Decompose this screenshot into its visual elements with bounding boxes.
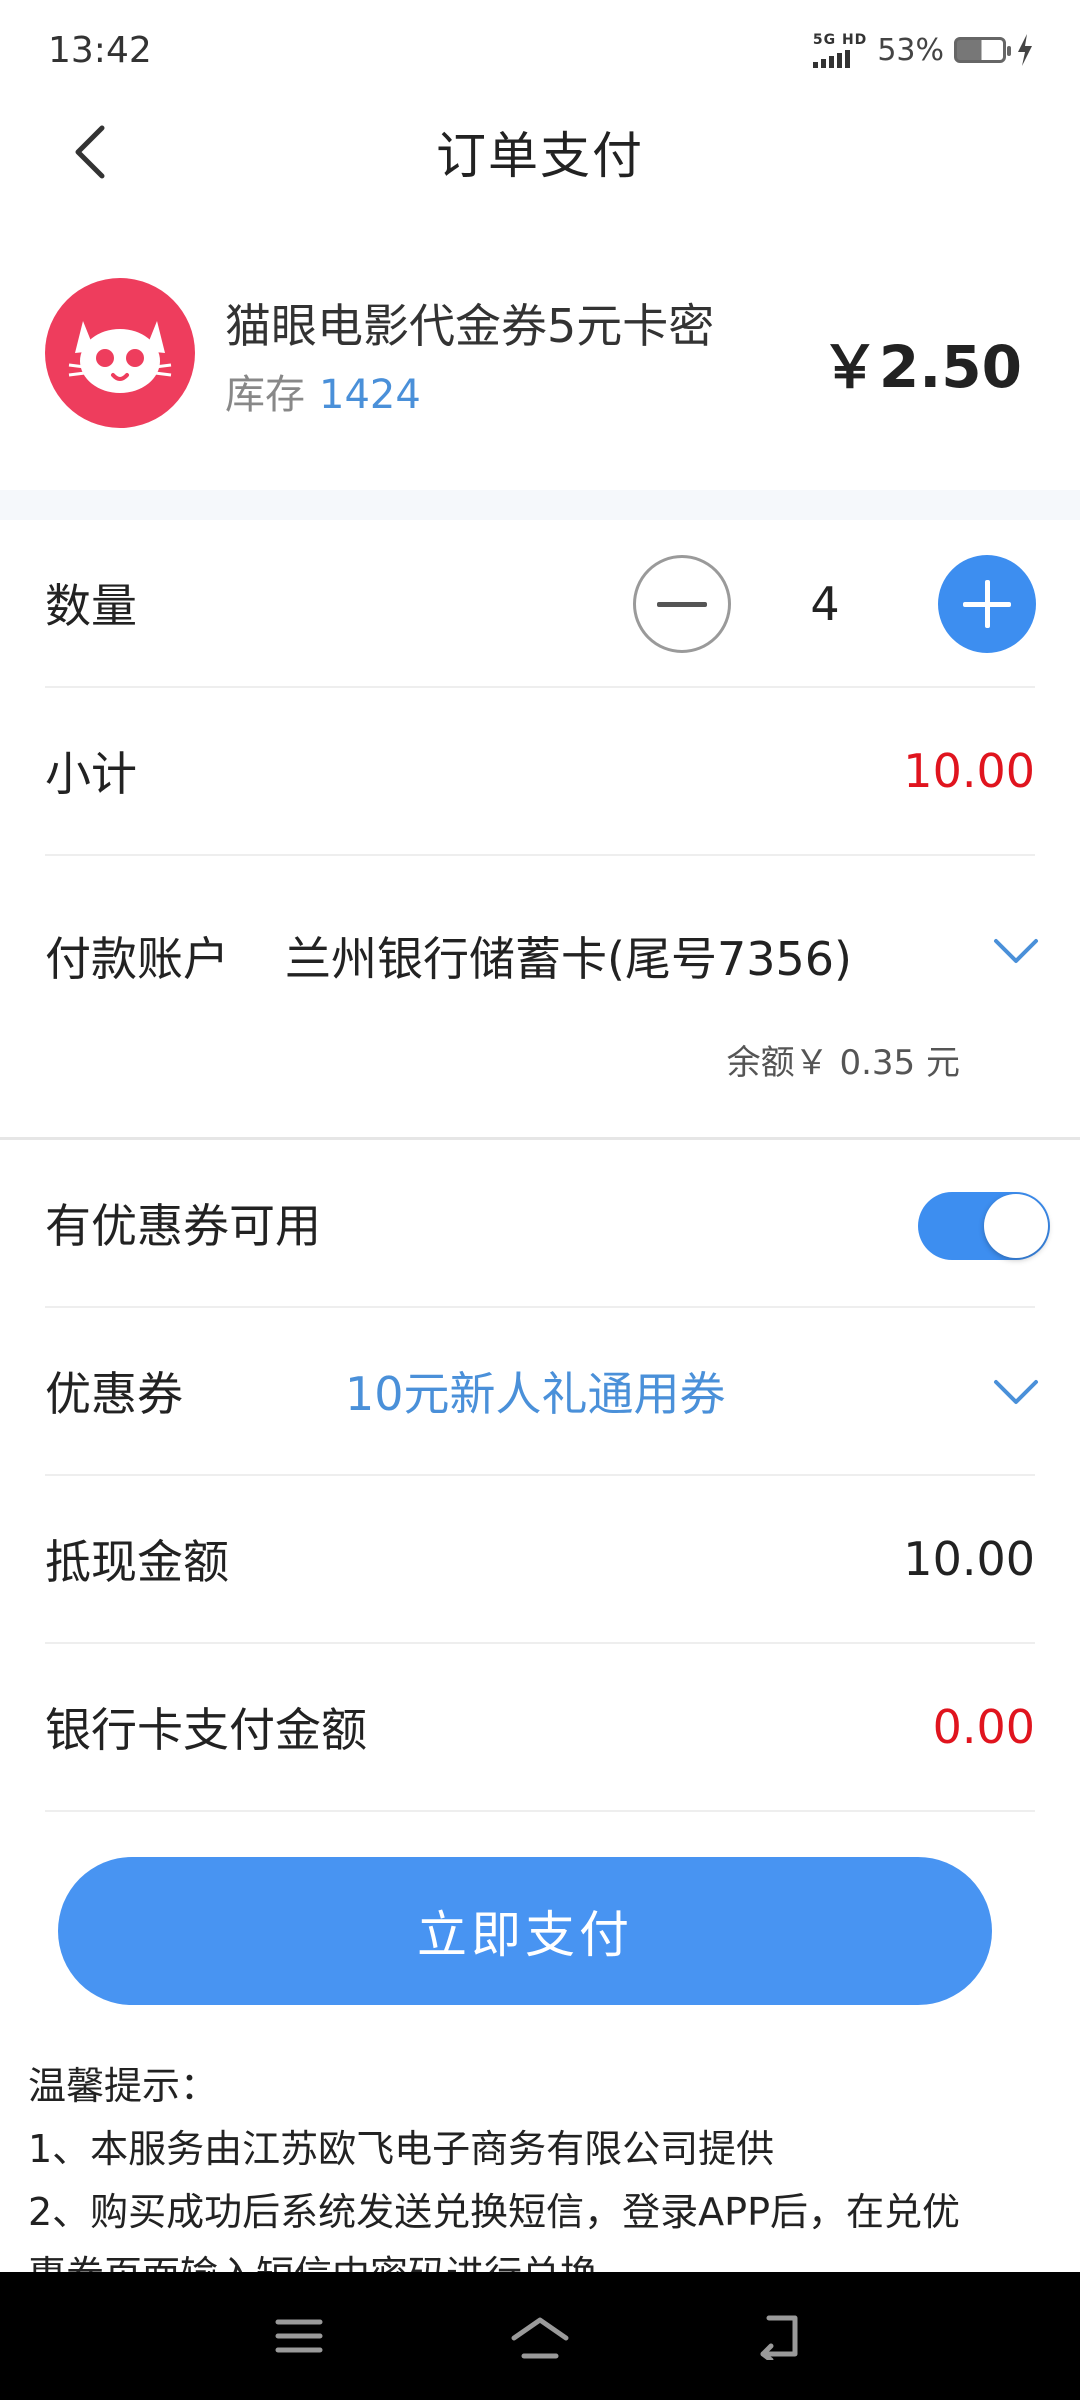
deduction-label: 抵现金额 bbox=[45, 1535, 229, 1589]
tips-line: 1、本服务由江苏欧飞电子商务有限公司提供 bbox=[28, 2127, 775, 2171]
tips-line: 2、购买成功后系统发送兑换短信，登录APP后，在兑优 bbox=[28, 2190, 961, 2234]
tips-section: 温馨提示： 1、本服务由江苏欧飞电子商务有限公司提供 2、购买成功后系统发送兑换… bbox=[28, 2055, 1068, 2275]
stock-label: 库存 bbox=[225, 372, 305, 418]
product-card: 猫眼电影代金券5元卡密 库存 1424 ￥2.50 bbox=[0, 260, 1080, 440]
account-balance: 余额￥ 0.35 元 bbox=[726, 1043, 960, 1083]
stock-info: 库存 1424 bbox=[225, 362, 421, 420]
pay-now-button[interactable]: 立即支付 bbox=[58, 1857, 992, 2005]
tips-line: 惠券页面输入短信中密码进行兑换 bbox=[28, 2253, 599, 2275]
coupon-label: 优惠券 bbox=[45, 1367, 183, 1421]
product-name: 猫眼电影代金券5元卡密 bbox=[225, 299, 715, 353]
chevron-down-icon[interactable] bbox=[993, 1378, 1039, 1406]
chevron-left-icon[interactable] bbox=[60, 120, 120, 184]
back-nav-icon[interactable] bbox=[755, 2314, 805, 2360]
deduction-value: 10.00 bbox=[903, 1532, 1035, 1586]
quantity-label: 数量 bbox=[45, 579, 137, 633]
network-label: 5G HD bbox=[812, 31, 868, 48]
toggle-knob bbox=[984, 1194, 1048, 1258]
system-navigation-bar bbox=[0, 2272, 1080, 2400]
stock-value: 1424 bbox=[319, 372, 421, 418]
subtotal-row: 小计 10.00 bbox=[45, 688, 1035, 856]
menu-icon[interactable] bbox=[274, 2314, 324, 2358]
cat-face-icon bbox=[45, 278, 195, 428]
subtotal-value: 10.00 bbox=[903, 744, 1035, 798]
coupon-available-row: 有优惠券可用 bbox=[45, 1140, 1050, 1308]
network-indicator: 5G HD bbox=[812, 31, 868, 68]
account-value: 兰州银行储蓄卡(尾号7356) bbox=[285, 932, 852, 986]
coupon-available-label: 有优惠券可用 bbox=[45, 1199, 321, 1253]
battery-percent: 53% bbox=[877, 32, 944, 68]
deduction-row: 抵现金额 10.00 bbox=[45, 1476, 1035, 1644]
card-payment-value: 0.00 bbox=[932, 1700, 1035, 1754]
home-icon[interactable] bbox=[508, 2314, 572, 2362]
status-time: 13:42 bbox=[48, 29, 152, 71]
quantity-value: 4 bbox=[810, 577, 840, 631]
quantity-increase-button[interactable] bbox=[938, 555, 1036, 653]
quantity-decrease-button[interactable] bbox=[633, 555, 731, 653]
charging-icon bbox=[1018, 34, 1032, 66]
chevron-down-icon[interactable] bbox=[993, 937, 1039, 965]
minus-icon bbox=[657, 601, 707, 607]
page-title: 订单支付 bbox=[436, 127, 644, 185]
payment-account-selector[interactable]: 付款账户 兰州银行储蓄卡(尾号7356) 余额￥ 0.35 元 bbox=[0, 855, 1080, 1140]
quantity-row: 数量 4 bbox=[45, 520, 1036, 688]
status-bar: 13:42 5G HD 53% bbox=[0, 0, 1080, 100]
battery-icon bbox=[954, 37, 1011, 63]
coupon-value: 10元新人礼通用券 bbox=[345, 1367, 726, 1421]
card-payment-label: 银行卡支付金额 bbox=[45, 1703, 367, 1757]
card-payment-row: 银行卡支付金额 0.00 bbox=[45, 1644, 1035, 1812]
tips-title: 温馨提示： bbox=[28, 2064, 219, 2108]
signal-icon bbox=[812, 49, 850, 68]
subtotal-label: 小计 bbox=[45, 747, 137, 801]
account-label: 付款账户 bbox=[45, 932, 229, 986]
coupon-selector[interactable]: 优惠券 10元新人礼通用券 bbox=[45, 1308, 1038, 1476]
product-price: ￥2.50 bbox=[820, 333, 1022, 401]
section-divider bbox=[0, 490, 1080, 520]
coupon-toggle[interactable] bbox=[918, 1192, 1050, 1260]
header: 订单支付 bbox=[0, 100, 1080, 204]
status-indicators: 5G HD 53% bbox=[812, 31, 1034, 68]
